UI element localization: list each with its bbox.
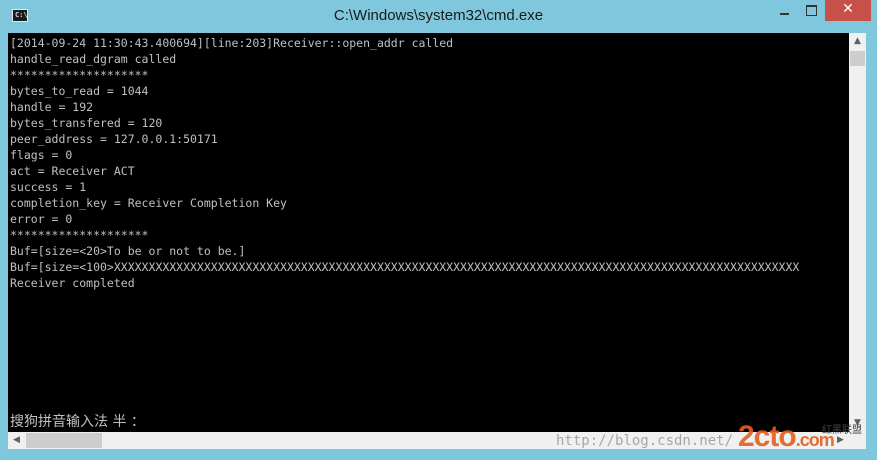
vertical-scroll-thumb[interactable] [850, 51, 865, 66]
watermark-sub: 红黑联盟 [822, 425, 862, 436]
console-line: success = 1 [10, 180, 87, 194]
console-line: ******************** [10, 68, 149, 82]
console-line: error = 0 [10, 212, 73, 226]
console-line: bytes_to_read = 1044 [10, 84, 149, 98]
ime-status: 搜狗拼音输入法 半 ： [10, 414, 145, 430]
console-line: handle = 192 [10, 100, 94, 114]
console-line: bytes_transfered = 120 [10, 116, 163, 130]
scroll-left-button[interactable]: ◀ [8, 432, 25, 449]
title-bar[interactable]: C:\ C:\Windows\system32\cmd.exe ✕ [0, 0, 877, 33]
watermark-url: http://blog.csdn.net/ [556, 433, 734, 449]
console-line: handle_read_dgram called [10, 52, 177, 66]
close-icon: ✕ [842, 1, 854, 17]
watermark-logo: 2cto.com [738, 420, 835, 454]
console-line: completion_key = Receiver Completion Key [10, 196, 287, 210]
console-output[interactable]: [2014-09-24 11:30:43.400694][line:203]Re… [8, 33, 849, 432]
minimize-button[interactable] [771, 0, 798, 21]
maximize-button[interactable] [798, 0, 825, 21]
console-text: [2014-09-24 11:30:43.400694][line:203]Re… [8, 33, 849, 291]
console-line: act = Receiver ACT [10, 164, 135, 178]
left-arrow-icon: ◀ [13, 435, 20, 445]
console-line: Buf=[size=<100>XXXXXXXXXXXXXXXXXXXXXXXXX… [10, 260, 800, 274]
maximize-icon [806, 5, 817, 16]
console-line: Buf=[size=<20>To be or not to be.] [10, 244, 246, 258]
window-title: C:\Windows\system32\cmd.exe [333, 7, 544, 24]
scroll-up-button[interactable]: ▲ [849, 33, 866, 50]
horizontal-scroll-thumb[interactable] [26, 433, 102, 448]
console-line: ******************** [10, 228, 149, 242]
up-arrow-icon: ▲ [854, 36, 861, 46]
console-line: [2014-09-24 11:30:43.400694][line:203]Re… [10, 36, 454, 50]
console-line: flags = 0 [10, 148, 73, 162]
vertical-scrollbar[interactable]: ▲ ▼ [849, 33, 866, 432]
console-line: peer_address = 127.0.0.1:50171 [10, 132, 218, 146]
watermark-logo-text: 2cto [738, 420, 797, 453]
minimize-icon [780, 13, 789, 15]
cmd-window: C:\ C:\Windows\system32\cmd.exe ✕ [2014-… [0, 0, 877, 460]
console-line: Receiver completed [10, 276, 135, 290]
close-button[interactable]: ✕ [825, 0, 871, 21]
